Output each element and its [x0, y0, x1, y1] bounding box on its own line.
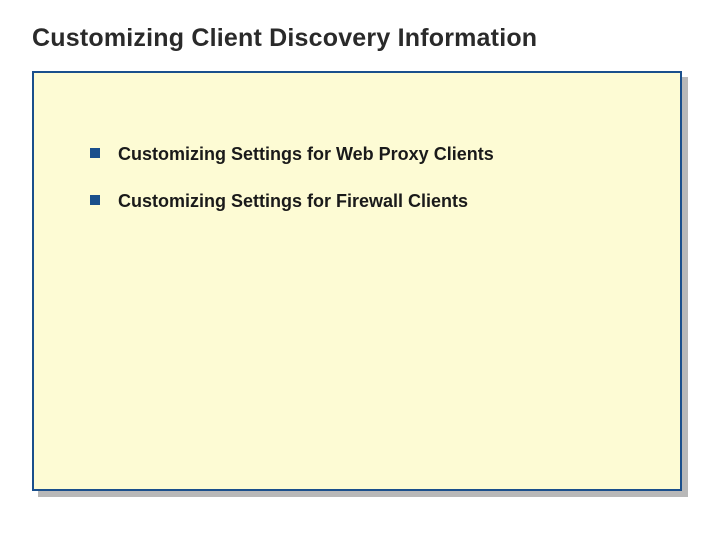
square-bullet-icon — [90, 148, 100, 158]
bullet-item: Customizing Settings for Firewall Client… — [90, 190, 636, 213]
square-bullet-icon — [90, 195, 100, 205]
bullet-text: Customizing Settings for Web Proxy Clien… — [118, 143, 494, 166]
bullet-item: Customizing Settings for Web Proxy Clien… — [90, 143, 636, 166]
slide-title: Customizing Client Discovery Information — [32, 24, 688, 53]
bullet-text: Customizing Settings for Firewall Client… — [118, 190, 468, 213]
content-box: Customizing Settings for Web Proxy Clien… — [32, 71, 682, 491]
content-box-wrapper: Customizing Settings for Web Proxy Clien… — [32, 71, 682, 491]
slide-container: Customizing Client Discovery Information… — [0, 0, 720, 540]
